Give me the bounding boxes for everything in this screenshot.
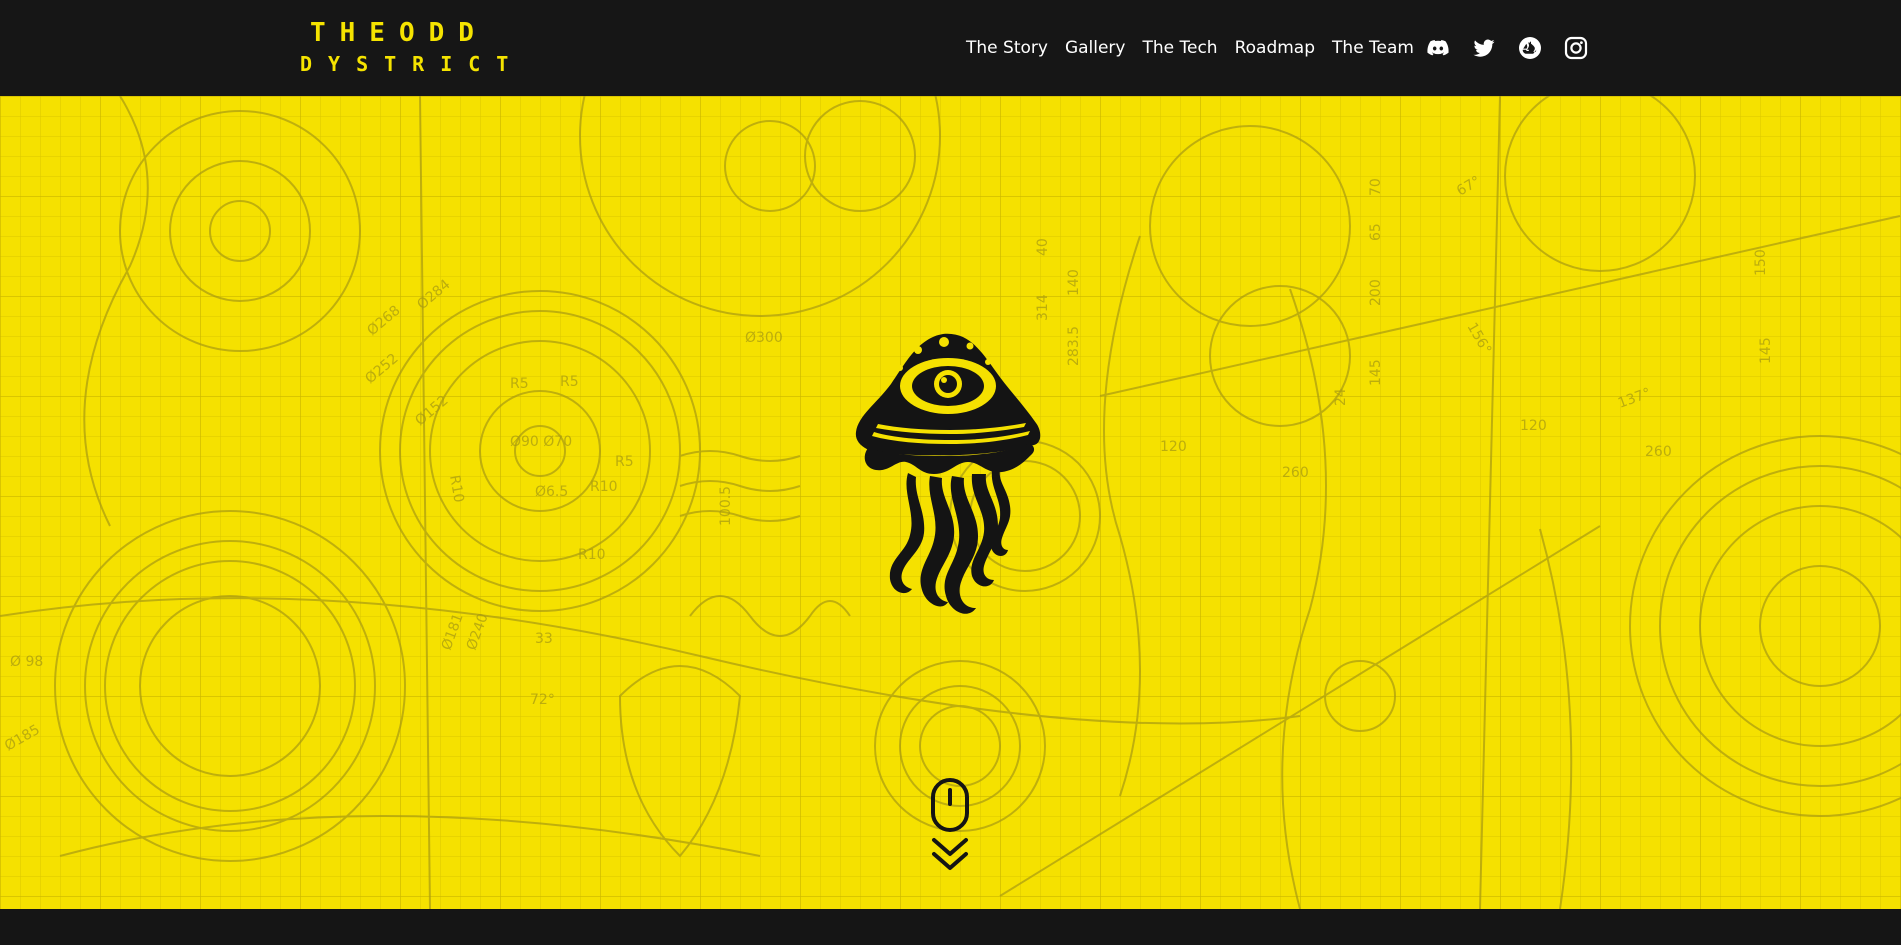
discord-icon[interactable] <box>1426 36 1450 60</box>
nav-link-the-team[interactable]: The Team <box>1332 37 1414 61</box>
hero-section: Ø300 Ø284 Ø268 Ø252 Ø152 Ø90 Ø70 Ø6.5 R5… <box>0 96 1901 909</box>
svg-text:200: 200 <box>1368 279 1384 306</box>
svg-text:40: 40 <box>1035 238 1051 256</box>
svg-text:145: 145 <box>1368 359 1384 386</box>
social-links <box>1426 36 1588 60</box>
svg-text:100.5: 100.5 <box>718 486 734 526</box>
site-logo[interactable]: THEODD DYSTRICT <box>300 18 510 78</box>
svg-text:R10: R10 <box>578 547 606 563</box>
svg-text:Ø300: Ø300 <box>745 330 783 346</box>
svg-text:120: 120 <box>1520 418 1547 434</box>
nav-link-roadmap[interactable]: Roadmap <box>1235 37 1315 61</box>
twitter-icon[interactable] <box>1472 36 1496 60</box>
logo-line-1: THEODD <box>310 18 488 48</box>
svg-text:260: 260 <box>1645 444 1672 460</box>
logo-line-2: DYSTRICT <box>300 52 525 76</box>
eye-jellyfish-icon <box>855 333 1041 614</box>
nav-link-the-story[interactable]: The Story <box>966 37 1048 61</box>
svg-text:150: 150 <box>1753 249 1769 276</box>
svg-text:R5: R5 <box>510 376 529 392</box>
footer-strip <box>0 909 1901 945</box>
svg-text:Ø90 Ø70: Ø90 Ø70 <box>510 434 572 450</box>
svg-text:145: 145 <box>1758 337 1774 364</box>
svg-text:R10: R10 <box>590 479 618 495</box>
nav-link-the-tech[interactable]: The Tech <box>1142 37 1217 61</box>
mouse-scroll-down-icon[interactable] <box>928 778 972 872</box>
svg-text:120: 120 <box>1160 439 1187 455</box>
main-nav: The Story Gallery The Tech Roadmap The T… <box>966 37 1431 61</box>
svg-text:65: 65 <box>1368 223 1384 241</box>
svg-text:72°: 72° <box>530 692 555 708</box>
svg-text:Ø6.5: Ø6.5 <box>535 484 568 500</box>
svg-text:314: 314 <box>1035 294 1051 321</box>
nav-link-gallery[interactable]: Gallery <box>1065 37 1126 61</box>
opensea-icon[interactable] <box>1518 36 1542 60</box>
svg-text:33: 33 <box>535 631 553 647</box>
svg-text:Ø 98: Ø 98 <box>10 654 43 670</box>
svg-text:140: 140 <box>1066 269 1082 296</box>
instagram-icon[interactable] <box>1564 36 1588 60</box>
svg-text:R5: R5 <box>560 374 579 390</box>
svg-text:283.5: 283.5 <box>1066 326 1082 366</box>
svg-text:R5: R5 <box>615 454 634 470</box>
svg-text:70: 70 <box>1368 178 1384 196</box>
site-header: THEODD DYSTRICT The Story Gallery The Te… <box>0 0 1901 96</box>
svg-text:24: 24 <box>1333 388 1349 406</box>
svg-text:260: 260 <box>1282 465 1309 481</box>
